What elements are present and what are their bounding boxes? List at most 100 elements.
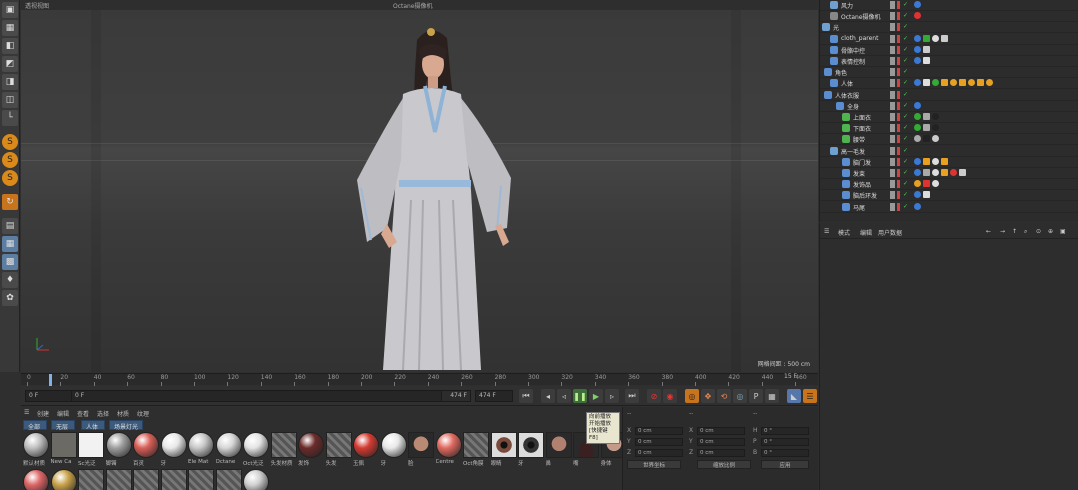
go-start-icon[interactable]: ⏮ (519, 389, 533, 403)
render-flag[interactable] (897, 169, 900, 177)
enable-check-icon[interactable]: ✓ (903, 12, 908, 19)
texture-icon[interactable]: ▤ (2, 218, 18, 234)
object-tag-icon[interactable] (914, 124, 921, 132)
visibility-flag[interactable] (890, 34, 895, 43)
object-tag-icon[interactable] (923, 169, 930, 176)
enable-check-icon[interactable]: ✓ (903, 57, 908, 64)
rot-h-field[interactable]: 0 ° (761, 427, 809, 435)
material-swatch[interactable] (50, 469, 77, 490)
octane-s2-icon[interactable]: S (2, 152, 18, 168)
visibility-flag[interactable] (890, 202, 895, 211)
object-tag-icon[interactable] (923, 124, 930, 132)
material-swatch[interactable] (78, 469, 104, 490)
render-flag[interactable] (897, 23, 900, 32)
visibility-flag[interactable] (890, 124, 895, 133)
material-swatch[interactable]: 头发材质 (270, 432, 297, 468)
enable-check-icon[interactable]: ✓ (903, 35, 908, 42)
object-tag-icon[interactable] (914, 79, 921, 87)
object-tag-icon[interactable] (914, 202, 921, 210)
enable-check-icon[interactable]: ✓ (903, 23, 908, 30)
object-tag-icon[interactable] (914, 34, 921, 42)
object-tag-icon[interactable] (941, 169, 948, 176)
schedule-icon[interactable]: ◣ (787, 389, 801, 403)
render-flag[interactable] (897, 34, 900, 43)
pos-x-field[interactable]: 0 cm (635, 427, 683, 435)
material-swatch[interactable]: Oct光泛 (243, 432, 269, 468)
enable-check-icon[interactable]: ✓ (903, 91, 908, 98)
object-tag-icon[interactable] (914, 113, 921, 120)
object-tag-icon[interactable] (914, 157, 921, 165)
scale-key-icon[interactable]: ◎ (733, 389, 747, 403)
size-z-field[interactable]: 0 cm (697, 449, 745, 457)
enable-check-icon[interactable]: ✓ (903, 113, 908, 120)
menu-edit[interactable]: 编辑 (57, 409, 69, 418)
menu-select[interactable]: 选择 (97, 409, 109, 418)
lock-icon[interactable]: ⊙ (1036, 228, 1041, 235)
enable-check-icon[interactable]: ✓ (903, 68, 908, 75)
object-tag-icon[interactable] (923, 113, 930, 120)
enable-check-icon[interactable]: ✓ (903, 135, 908, 142)
timeline-menu-icon[interactable]: ☰ (803, 389, 817, 403)
snap-icon[interactable]: ▩ (2, 254, 18, 270)
render-flag[interactable] (897, 45, 900, 54)
play-backward-icon[interactable]: ❚❚ (573, 389, 587, 403)
visibility-flag[interactable] (890, 191, 895, 200)
tab-body[interactable]: 人体 (81, 420, 105, 431)
enable-check-icon[interactable]: ✓ (903, 158, 908, 165)
prev-key-icon[interactable]: ◂ (541, 389, 555, 403)
render-flag[interactable] (897, 202, 900, 211)
back-arrow-icon[interactable]: ← (986, 228, 991, 235)
viewport[interactable]: 透视视图 Octane摄像机 网格间距 : 500 cm (21, 0, 818, 372)
object-row[interactable]: 表情控制 ✓ (820, 56, 1078, 67)
visibility-flag[interactable] (890, 135, 895, 144)
visibility-flag[interactable] (890, 23, 895, 32)
object-tag-icon[interactable] (923, 135, 930, 143)
attr-menu-mode[interactable]: 模式 (838, 228, 850, 237)
render-flag[interactable] (897, 57, 900, 65)
object-row[interactable]: 风力 ✓ (820, 0, 1078, 11)
object-tag-icon[interactable] (932, 34, 939, 42)
record-icon[interactable]: ⊘ (647, 389, 661, 403)
menu-icon[interactable]: ☰ (824, 228, 829, 235)
enable-check-icon[interactable]: ✓ (903, 102, 908, 109)
rot-b-field[interactable]: 0 ° (761, 449, 809, 457)
material-swatch[interactable]: 牙 (160, 432, 187, 468)
material-swatch[interactable]: 头发 (325, 432, 352, 468)
keyframe-icon[interactable]: ◎ (685, 389, 699, 403)
object-row[interactable]: 马尾 ✓ (820, 202, 1078, 213)
coord-mode-select[interactable]: 世界坐标 (627, 460, 681, 469)
settings-icon[interactable]: ✿ (2, 290, 18, 306)
object-row[interactable]: 上面衣 ✓ (820, 112, 1078, 123)
visibility-flag[interactable] (890, 12, 895, 21)
enable-check-icon[interactable]: ✓ (903, 191, 908, 198)
material-swatch[interactable] (188, 469, 214, 490)
render-flag[interactable] (897, 135, 900, 144)
material-swatch[interactable]: 牙 (518, 432, 544, 468)
tab-all[interactable]: 全部 (23, 420, 47, 431)
visibility-flag[interactable] (890, 101, 895, 110)
enable-check-icon[interactable]: ✓ (903, 124, 908, 131)
object-row[interactable]: 脑后环发 ✓ (820, 190, 1078, 202)
object-row[interactable]: cloth_parent ✓ (820, 34, 1078, 45)
enable-check-icon[interactable]: ✓ (903, 1, 908, 8)
object-row[interactable]: 光 ✓ (820, 22, 1078, 34)
object-tag-icon[interactable] (914, 191, 921, 199)
object-tag-icon[interactable] (923, 45, 930, 53)
visibility-flag[interactable] (890, 146, 895, 155)
material-swatch[interactable]: Sc光泛 (78, 432, 104, 468)
object-tag-icon[interactable] (932, 124, 939, 132)
render-flag[interactable] (897, 101, 900, 110)
pos-y-field[interactable]: 0 cm (635, 438, 683, 446)
forward-arrow-icon[interactable]: → (1000, 228, 1005, 235)
object-tag-icon[interactable] (950, 169, 957, 176)
rot-p-field[interactable]: 0 ° (761, 438, 809, 446)
attr-menu-edit[interactable]: 编辑 (860, 228, 872, 237)
prev-frame-icon[interactable]: ◃ (557, 389, 571, 403)
object-tag-icon[interactable] (923, 191, 930, 199)
edges-icon[interactable]: ◫ (2, 92, 18, 108)
enable-check-icon[interactable]: ✓ (903, 147, 908, 154)
object-tag-icon[interactable] (932, 113, 939, 120)
size-y-field[interactable]: 0 cm (697, 438, 745, 446)
object-tag-icon[interactable] (914, 57, 921, 64)
material-swatch[interactable] (160, 469, 187, 490)
